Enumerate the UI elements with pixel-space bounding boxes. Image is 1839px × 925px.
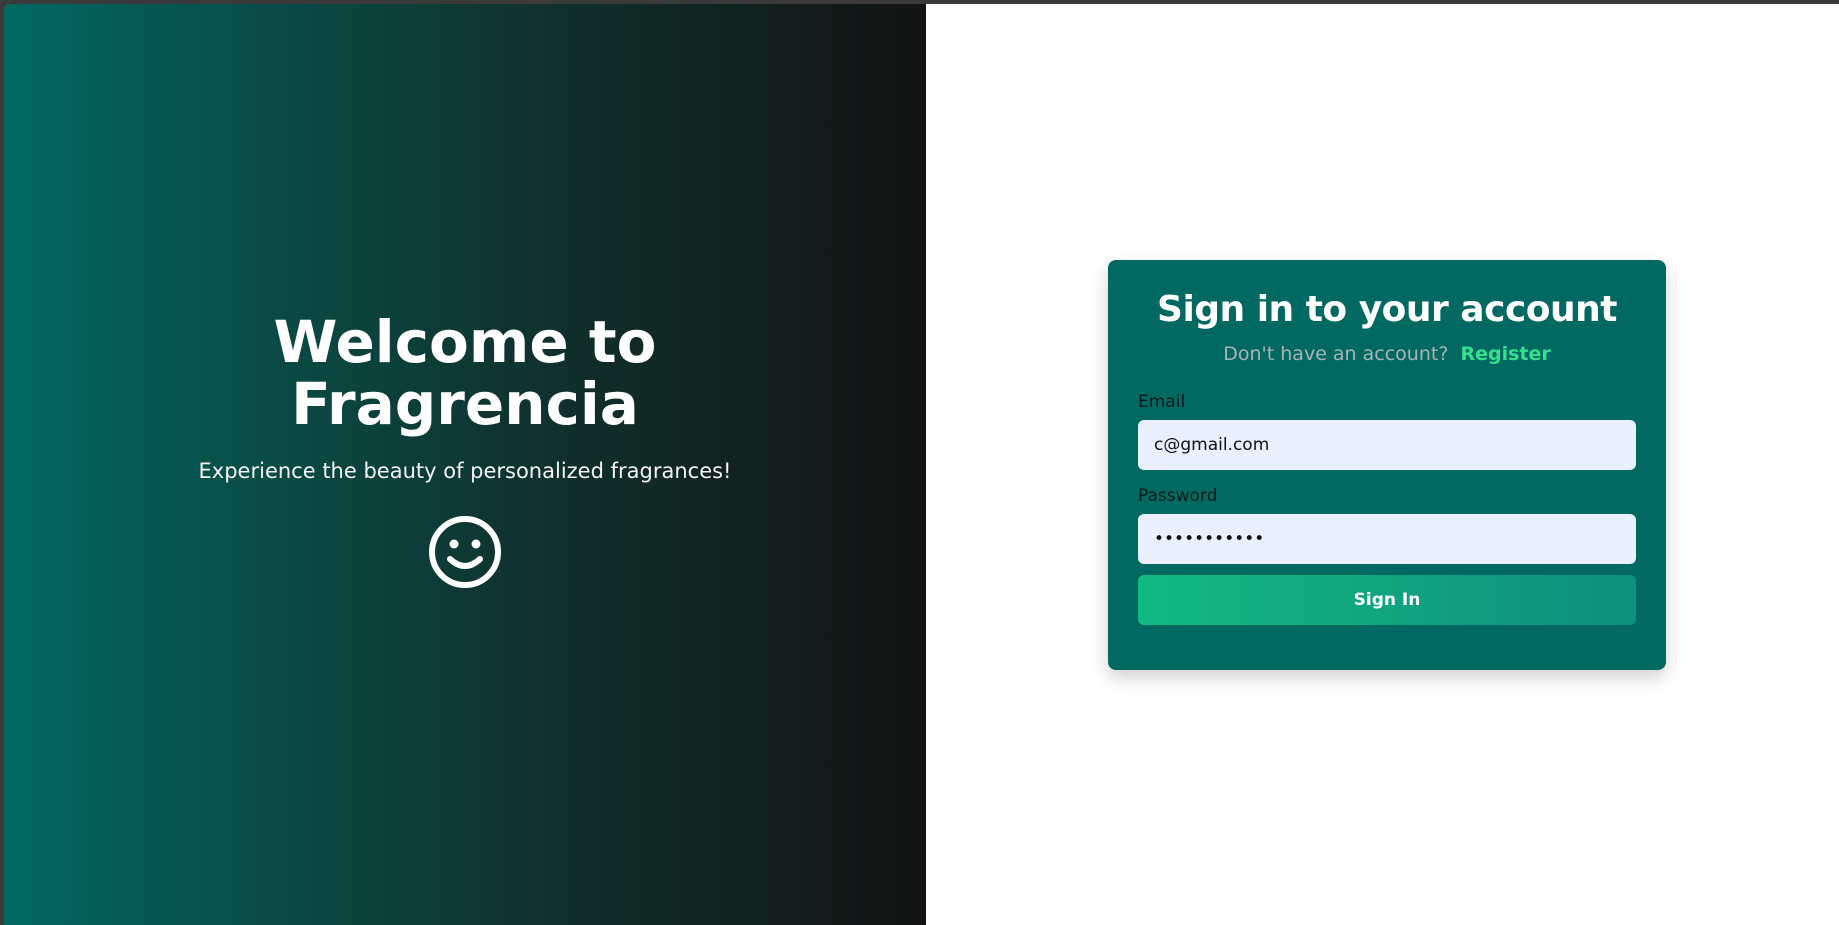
- signin-button[interactable]: Sign In: [1138, 575, 1636, 625]
- password-input[interactable]: [1138, 514, 1636, 564]
- email-input[interactable]: [1138, 420, 1636, 470]
- register-prompt: Don't have an account?: [1223, 343, 1449, 365]
- password-label: Password: [1138, 486, 1218, 506]
- signin-title: Sign in to your account: [1157, 289, 1617, 330]
- register-prompt-row: Don't have an account? Register: [1138, 342, 1636, 366]
- welcome-title: Welcome to Fragrencia: [273, 307, 657, 438]
- app-window: Welcome to Fragrencia Experience the bea…: [4, 4, 1839, 925]
- smiley-icon: [429, 515, 501, 588]
- register-link[interactable]: Register: [1460, 343, 1550, 365]
- welcome-panel: Welcome to Fragrencia Experience the bea…: [4, 4, 926, 925]
- welcome-subtitle: Experience the beauty of personalized fr…: [198, 458, 732, 483]
- email-label: Email: [1138, 392, 1186, 412]
- signin-panel: Sign in to your account Don't have an ac…: [926, 4, 1839, 925]
- signin-card: Sign in to your account Don't have an ac…: [1108, 260, 1666, 670]
